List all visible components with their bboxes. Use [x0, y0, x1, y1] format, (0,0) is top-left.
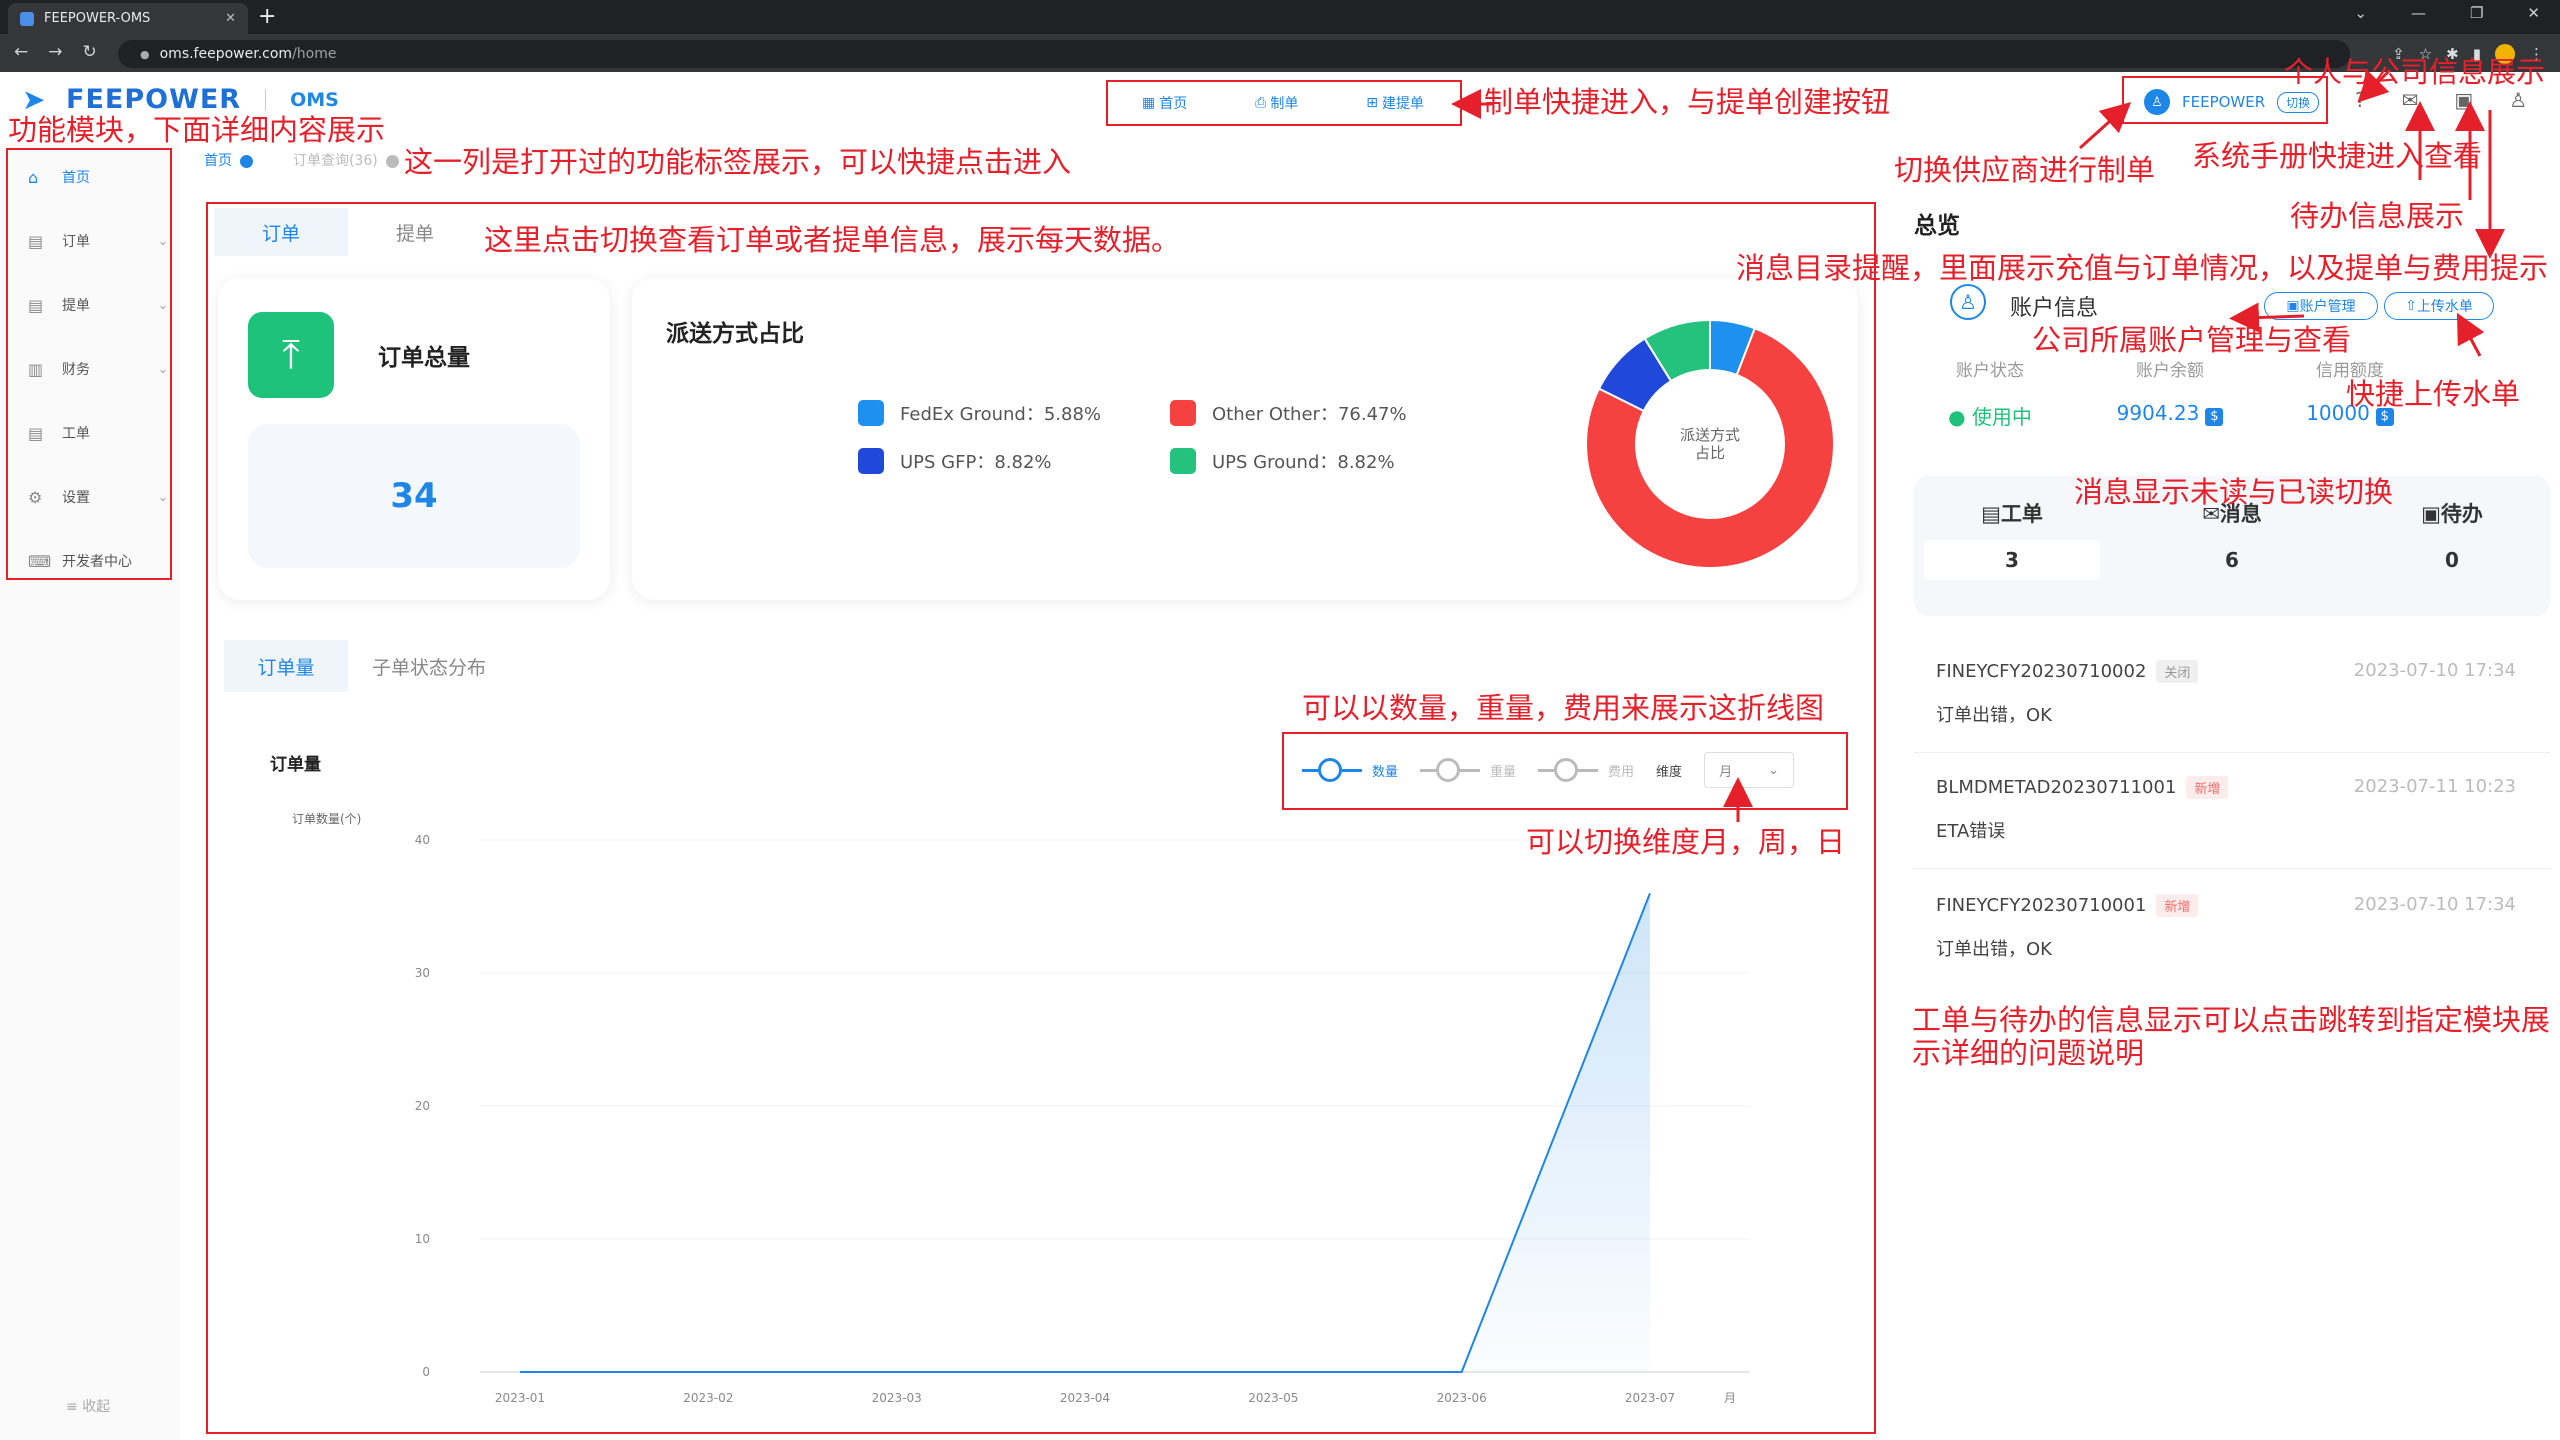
- annotation-upload: 快捷上传水单: [2346, 377, 2521, 411]
- annotation-notify: 消息目录提醒，里面展示充值与订单情况，以及提单与费用提示: [1736, 251, 2549, 285]
- annotation-manual: 系统手册快捷进入查看: [2192, 139, 2483, 173]
- annotation-account: 公司所属账户管理与查看: [2032, 323, 2352, 357]
- annotation-todo: 待办信息展示: [2290, 199, 2465, 233]
- annotation-sidebar: 功能模块，下面详细内容展示: [8, 113, 386, 147]
- annotation-dimension: 可以切换维度月，周，日: [1526, 825, 1846, 859]
- annotation-tabs: 这一列是打开过的功能标签展示，可以快捷点击进入: [404, 145, 1072, 179]
- annotation-quicknav: 制单快捷进入，与提单创建按钮: [1484, 85, 1891, 119]
- annotation-profile: 个人与公司信息展示: [2284, 55, 2546, 89]
- annotation-read: 消息显示未读与已读切换: [2074, 475, 2394, 509]
- annotation-switch-view: 这里点击切换查看订单或者提单信息，展示每天数据。: [484, 223, 1181, 257]
- annotation-metric: 可以以数量，重量，费用来展示这折线图: [1302, 691, 1825, 725]
- annotation-supplier: 切换供应商进行制单: [1894, 153, 2156, 187]
- annotation-workorder: 工单与待办的信息显示可以点击跳转到指定模块展示详细的问题说明: [1912, 1003, 2551, 1071]
- annotation-arrows: [1451, 68, 2505, 822]
